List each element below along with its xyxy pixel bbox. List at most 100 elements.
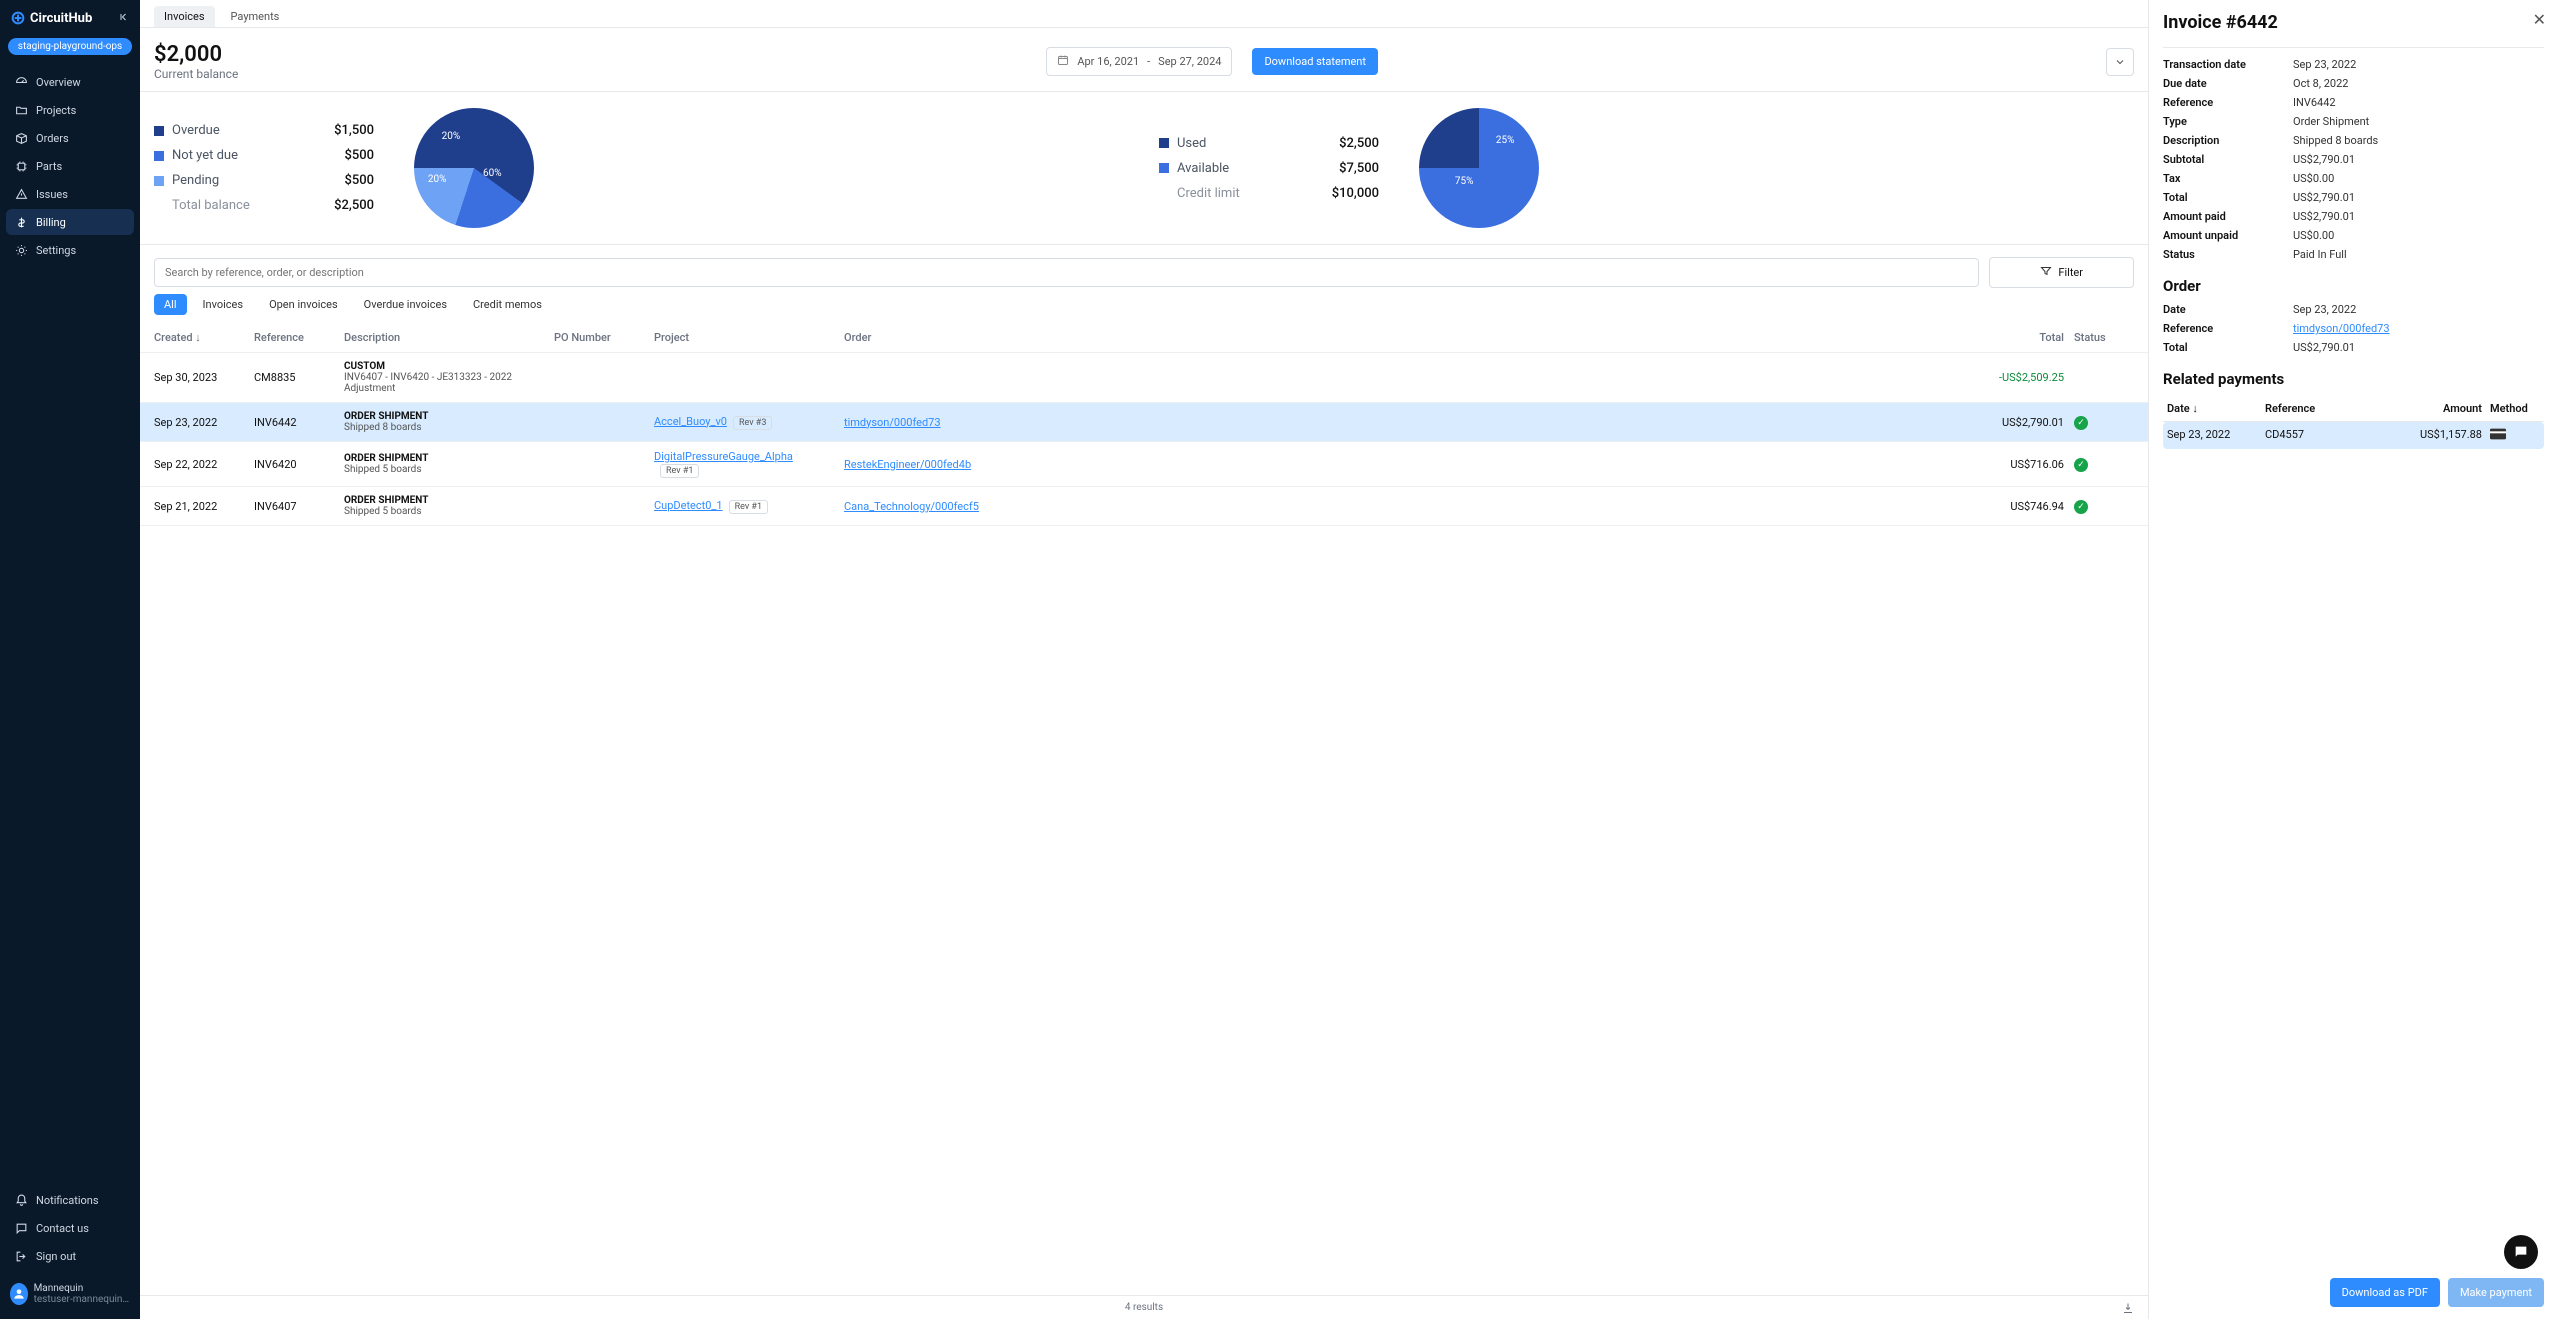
table-row[interactable]: Sep 23, 2022 INV6442 ORDER SHIPMENTShipp… xyxy=(140,403,2148,442)
status-ok-icon: ✓ xyxy=(2074,416,2088,430)
column-header[interactable]: Status xyxy=(2074,331,2134,344)
sidebar-item-parts[interactable]: Parts xyxy=(6,153,134,179)
kv-row: DescriptionShipped 8 boards xyxy=(2163,134,2544,147)
chip-invoices[interactable]: Invoices xyxy=(193,294,254,315)
cell-description: ORDER SHIPMENTShipped 8 boards xyxy=(344,411,544,433)
payment-row[interactable]: Sep 23, 2022 CD4557 US$1,157.88 xyxy=(2163,422,2544,449)
logo-row: CircuitHub xyxy=(6,8,134,28)
order-link[interactable]: RestekEngineer/000fed4b xyxy=(844,458,971,471)
kv-key: Description xyxy=(2163,134,2293,147)
column-header[interactable]: Project xyxy=(654,331,834,344)
filter-button[interactable]: Filter xyxy=(1989,257,2134,288)
collapse-sidebar-icon[interactable] xyxy=(118,11,130,26)
kv-key: Due date xyxy=(2163,77,2293,90)
project-link[interactable]: DigitalPressureGauge_Alpha xyxy=(654,450,793,463)
cell-reference: INV6442 xyxy=(254,416,334,429)
calendar-icon xyxy=(1057,54,1069,69)
nav-main: Overview ProjectsOrdersPartsIssuesBilling… xyxy=(6,69,134,263)
sidebar-item-projects[interactable]: Projects xyxy=(6,97,134,123)
sidebar-item-settings[interactable]: Settings xyxy=(6,237,134,263)
chat-icon xyxy=(14,1221,28,1235)
sidebar-item-billing[interactable]: Billing xyxy=(6,209,134,235)
legend-value: $500 xyxy=(344,173,374,188)
dollar-icon xyxy=(14,215,28,229)
kv-row: TypeOrder Shipment xyxy=(2163,115,2544,128)
sidebar: CircuitHub staging-playground-ops Overvi… xyxy=(0,0,140,1319)
sidebar-item-issues[interactable]: Issues xyxy=(6,181,134,207)
tab-invoices[interactable]: Invoices xyxy=(154,6,215,27)
make-payment-button[interactable]: Make payment xyxy=(2448,1278,2544,1307)
status-ok-icon: ✓ xyxy=(2074,458,2088,472)
rev-badge: Rev #3 xyxy=(733,416,772,430)
kv-row: TaxUS$0.00 xyxy=(2163,172,2544,185)
download-pdf-button[interactable]: Download as PDF xyxy=(2330,1278,2440,1307)
balance-amount: $2,000 xyxy=(154,42,238,67)
column-header[interactable]: Description xyxy=(344,331,544,344)
help-fab[interactable] xyxy=(2504,1235,2538,1269)
nav-footer: NotificationsContact usSign out xyxy=(6,1187,134,1269)
chip-overdue-invoices[interactable]: Overdue invoices xyxy=(354,294,457,315)
legend-swatch xyxy=(1159,138,1169,148)
filter-row: Filter xyxy=(140,245,2148,294)
kv-key: Transaction date xyxy=(2163,58,2293,71)
cell-total: US$716.06 xyxy=(1984,458,2064,471)
chip-all[interactable]: All xyxy=(154,294,187,315)
order-link[interactable]: Cana_Technology/000fecf5 xyxy=(844,500,979,513)
column-header[interactable]: Reference xyxy=(254,331,334,344)
table-row[interactable]: Sep 22, 2022 INV6420 ORDER SHIPMENTShipp… xyxy=(140,442,2148,487)
sidebar-item-overview[interactable]: Overview xyxy=(6,69,134,95)
kv-key: Reference xyxy=(2163,96,2293,109)
date-range-picker[interactable]: Apr 16, 2021 - Sep 27, 2024 xyxy=(1046,47,1232,76)
logo-text: CircuitHub xyxy=(30,11,92,26)
sidebar-item-orders[interactable]: Orders xyxy=(6,125,134,151)
download-statement-button[interactable]: Download statement xyxy=(1252,48,1378,75)
project-link[interactable]: Accel_Buoy_v0 xyxy=(654,415,727,428)
tab-payments[interactable]: Payments xyxy=(221,6,290,27)
rev-badge: Rev #1 xyxy=(660,464,699,478)
kv-row: StatusPaid In Full xyxy=(2163,248,2544,261)
expand-summary-button[interactable] xyxy=(2106,48,2134,76)
bell-icon xyxy=(14,1193,28,1207)
close-drawer-icon[interactable]: ✕ xyxy=(2533,10,2546,29)
legend-row: Used$2,500 xyxy=(1159,136,1379,151)
legend-footer: Credit limit$10,000 xyxy=(1159,186,1379,201)
table-row[interactable]: Sep 30, 2023 CM8835 CUSTOMINV6407 - INV6… xyxy=(140,353,2148,403)
kv-key: Type xyxy=(2163,115,2293,128)
order-ref-link[interactable]: timdyson/000fed73 xyxy=(2293,322,2390,335)
pie-slice-label: 75% xyxy=(1455,176,1474,187)
column-header[interactable]: Created ↓ xyxy=(154,331,244,344)
table-row[interactable]: Sep 21, 2022 INV6407 ORDER SHIPMENTShipp… xyxy=(140,487,2148,526)
sidebar-item-label: Overview xyxy=(36,76,81,89)
kv-value: Sep 23, 2022 xyxy=(2293,58,2544,71)
sidebar-item-contact-us[interactable]: Contact us xyxy=(6,1215,134,1241)
search-input[interactable] xyxy=(154,258,1979,287)
column-header[interactable]: PO Number xyxy=(554,331,644,344)
pie-chart: 25%75% xyxy=(1419,108,1539,228)
chip-open-invoices[interactable]: Open invoices xyxy=(259,294,348,315)
legend-label: Pending xyxy=(172,173,219,188)
column-header[interactable]: Order xyxy=(844,331,1064,344)
cell-created: Sep 21, 2022 xyxy=(154,500,244,513)
order-link[interactable]: timdyson/000fed73 xyxy=(844,416,941,429)
kv-key: Tax xyxy=(2163,172,2293,185)
legend-value: $500 xyxy=(344,148,374,163)
cell-project: DigitalPressureGauge_AlphaRev #1 xyxy=(654,450,834,478)
kv-row: Amount unpaidUS$0.00 xyxy=(2163,229,2544,242)
payments-header: Date ↓ReferenceAmountMethod xyxy=(2163,396,2544,422)
sidebar-item-notifications[interactable]: Notifications xyxy=(6,1187,134,1213)
kv-row: DateSep 23, 2022 xyxy=(2163,303,2544,316)
box-icon xyxy=(14,131,28,145)
chip-credit-memos[interactable]: Credit memos xyxy=(463,294,552,315)
kv-key: Reference xyxy=(2163,322,2293,335)
user-block[interactable]: Mannequin testuser-mannequin@circ… xyxy=(6,1277,134,1311)
legend-row: Overdue$1,500 xyxy=(154,123,374,138)
column-header[interactable]: Total xyxy=(1984,331,2064,344)
download-csv-icon[interactable] xyxy=(2122,1302,2134,1317)
project-link[interactable]: CupDetect0_1 xyxy=(654,499,723,512)
pie-slice-label: 60% xyxy=(483,168,502,179)
cell-order: RestekEngineer/000fed4b xyxy=(844,458,1064,471)
pie-slice-label: 20% xyxy=(428,174,447,185)
kv-row: SubtotalUS$2,790.01 xyxy=(2163,153,2544,166)
sidebar-item-sign-out[interactable]: Sign out xyxy=(6,1243,134,1269)
kv-row: Amount paidUS$2,790.01 xyxy=(2163,210,2544,223)
